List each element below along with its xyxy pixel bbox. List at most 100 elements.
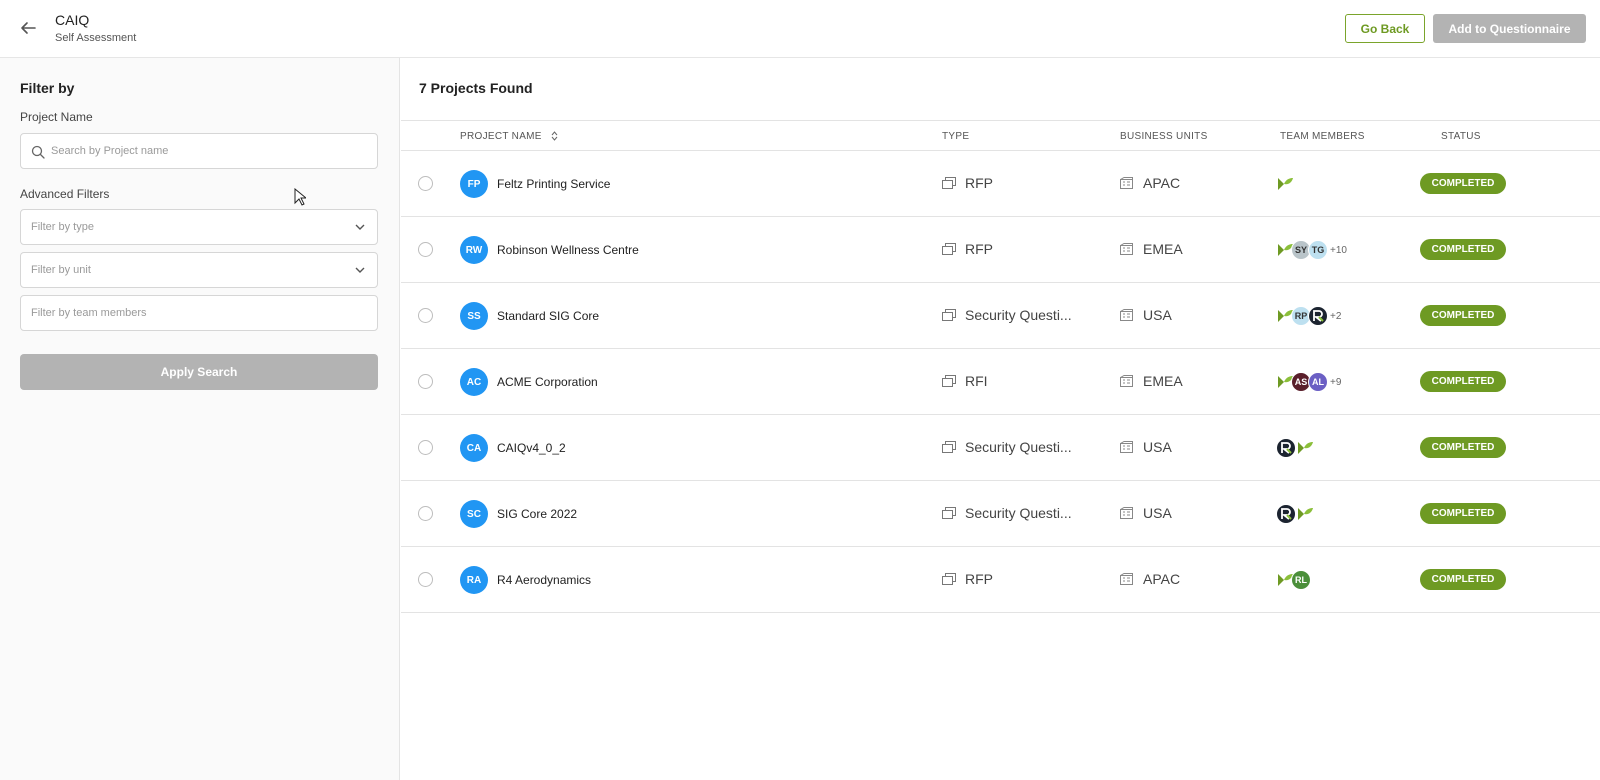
table-header: PROJECT NAME TYPE BUSINESS UNITS TEAM ME…	[401, 120, 1600, 151]
more-members-count: +10	[1330, 244, 1347, 256]
project-search-input[interactable]: Search by Project name	[20, 133, 378, 169]
project-type: RFI	[965, 373, 988, 389]
team-members	[1276, 504, 1314, 524]
project-avatar: RW	[460, 236, 488, 264]
row-select-radio[interactable]	[418, 374, 433, 389]
page-title: CAIQ	[55, 12, 90, 28]
building-icon	[1120, 507, 1133, 519]
back-arrow-icon[interactable]	[18, 18, 38, 38]
building-icon	[1120, 243, 1133, 255]
table-row[interactable]: CA CAIQv4_0_2 Security Questi... USA COM…	[401, 415, 1600, 481]
building-icon	[1120, 375, 1133, 387]
status-badge: COMPLETED	[1420, 371, 1506, 392]
search-icon	[31, 145, 45, 159]
copy-icon	[942, 309, 956, 321]
member-avatar: AL	[1308, 372, 1328, 392]
member-avatar: RL	[1291, 570, 1311, 590]
building-icon	[1120, 441, 1133, 453]
copy-icon	[942, 573, 956, 585]
project-avatar: AC	[460, 368, 488, 396]
row-select-radio[interactable]	[418, 242, 433, 257]
status-badge: COMPLETED	[1420, 437, 1506, 458]
type-filter-select[interactable]: Filter by type	[20, 209, 378, 245]
building-icon	[1120, 177, 1133, 189]
table-row[interactable]: FP Feltz Printing Service RFP APAC COMPL…	[401, 151, 1600, 217]
add-to-questionnaire-button[interactable]: Add to Questionnaire	[1433, 14, 1586, 43]
project-type: RFP	[965, 175, 993, 191]
business-unit: EMEA	[1143, 241, 1183, 257]
search-placeholder: Search by Project name	[51, 145, 169, 157]
copy-icon	[942, 177, 956, 189]
project-type: RFP	[965, 241, 993, 257]
row-select-radio[interactable]	[418, 176, 433, 191]
type-filter-placeholder: Filter by type	[31, 221, 94, 233]
results-panel: 7 Projects Found PROJECT NAME TYPE BUSIN…	[401, 58, 1600, 780]
team-members-filter-input[interactable]: Filter by team members	[20, 295, 378, 331]
table-row[interactable]: SS Standard SIG Core Security Questi... …	[401, 283, 1600, 349]
row-select-radio[interactable]	[418, 506, 433, 521]
project-name[interactable]: Robinson Wellness Centre	[497, 243, 639, 257]
table-row[interactable]: SC SIG Core 2022 Security Questi... USA …	[401, 481, 1600, 547]
unit-filter-select[interactable]: Filter by unit	[20, 252, 378, 288]
copy-icon	[942, 441, 956, 453]
team-members-filter-placeholder: Filter by team members	[31, 307, 147, 319]
project-avatar: SS	[460, 302, 488, 330]
results-count: 7 Projects Found	[419, 80, 533, 96]
unit-filter-placeholder: Filter by unit	[31, 264, 91, 276]
company-logo-icon	[1276, 438, 1296, 458]
team-members: SY TG +10	[1276, 240, 1347, 260]
business-unit: EMEA	[1143, 373, 1183, 389]
team-members	[1276, 438, 1314, 458]
project-avatar: RA	[460, 566, 488, 594]
table-row[interactable]: RA R4 Aerodynamics RFP APAC RL COMPLETED	[401, 547, 1600, 613]
table-row[interactable]: RW Robinson Wellness Centre RFP EMEA SY …	[401, 217, 1600, 283]
building-icon	[1120, 573, 1133, 585]
member-avatar: TG	[1308, 240, 1328, 260]
business-unit: USA	[1143, 439, 1172, 455]
project-avatar: FP	[460, 170, 488, 198]
status-badge: COMPLETED	[1420, 305, 1506, 326]
status-badge: COMPLETED	[1420, 173, 1506, 194]
business-unit: APAC	[1143, 175, 1181, 191]
row-select-radio[interactable]	[418, 308, 433, 323]
status-badge: COMPLETED	[1420, 503, 1506, 524]
apply-search-button[interactable]: Apply Search	[20, 354, 378, 390]
row-select-radio[interactable]	[418, 572, 433, 587]
copy-icon	[942, 243, 956, 255]
go-back-button[interactable]: Go Back	[1345, 14, 1425, 43]
filter-sidebar: Filter by Project Name Search by Project…	[0, 58, 400, 780]
chevron-down-icon	[355, 267, 365, 273]
sort-icon[interactable]	[551, 131, 558, 142]
business-unit: USA	[1143, 505, 1172, 521]
project-name[interactable]: Feltz Printing Service	[497, 177, 610, 191]
project-name[interactable]: Standard SIG Core	[497, 309, 599, 323]
column-label: PROJECT NAME	[460, 131, 542, 142]
project-name[interactable]: R4 Aerodynamics	[497, 573, 591, 587]
status-badge: COMPLETED	[1420, 239, 1506, 260]
column-header-project-name[interactable]: PROJECT NAME	[460, 131, 558, 142]
team-members: RP +2	[1276, 306, 1341, 326]
copy-icon	[942, 507, 956, 519]
project-avatar: SC	[460, 500, 488, 528]
project-name[interactable]: SIG Core 2022	[497, 507, 577, 521]
project-name[interactable]: CAIQv4_0_2	[497, 441, 566, 455]
team-members	[1276, 174, 1294, 194]
project-name[interactable]: ACME Corporation	[497, 375, 598, 389]
team-members: RL	[1276, 570, 1311, 590]
row-select-radio[interactable]	[418, 440, 433, 455]
filter-title: Filter by	[20, 80, 75, 96]
column-header-status: STATUS	[1441, 131, 1481, 142]
company-logo-icon	[1308, 306, 1328, 326]
top-header: CAIQ Self Assessment Go Back Add to Ques…	[0, 0, 1600, 58]
business-unit: USA	[1143, 307, 1172, 323]
copy-icon	[942, 375, 956, 387]
chevron-down-icon	[355, 224, 365, 230]
company-leaf-icon	[1298, 508, 1313, 520]
more-members-count: +9	[1330, 376, 1342, 388]
more-members-count: +2	[1330, 310, 1342, 322]
table-row[interactable]: AC ACME Corporation RFI EMEA AS AL +9 CO…	[401, 349, 1600, 415]
building-icon	[1120, 309, 1133, 321]
team-members: AS AL +9	[1276, 372, 1341, 392]
page-subtitle: Self Assessment	[55, 32, 137, 44]
mouse-cursor-icon	[294, 188, 306, 206]
